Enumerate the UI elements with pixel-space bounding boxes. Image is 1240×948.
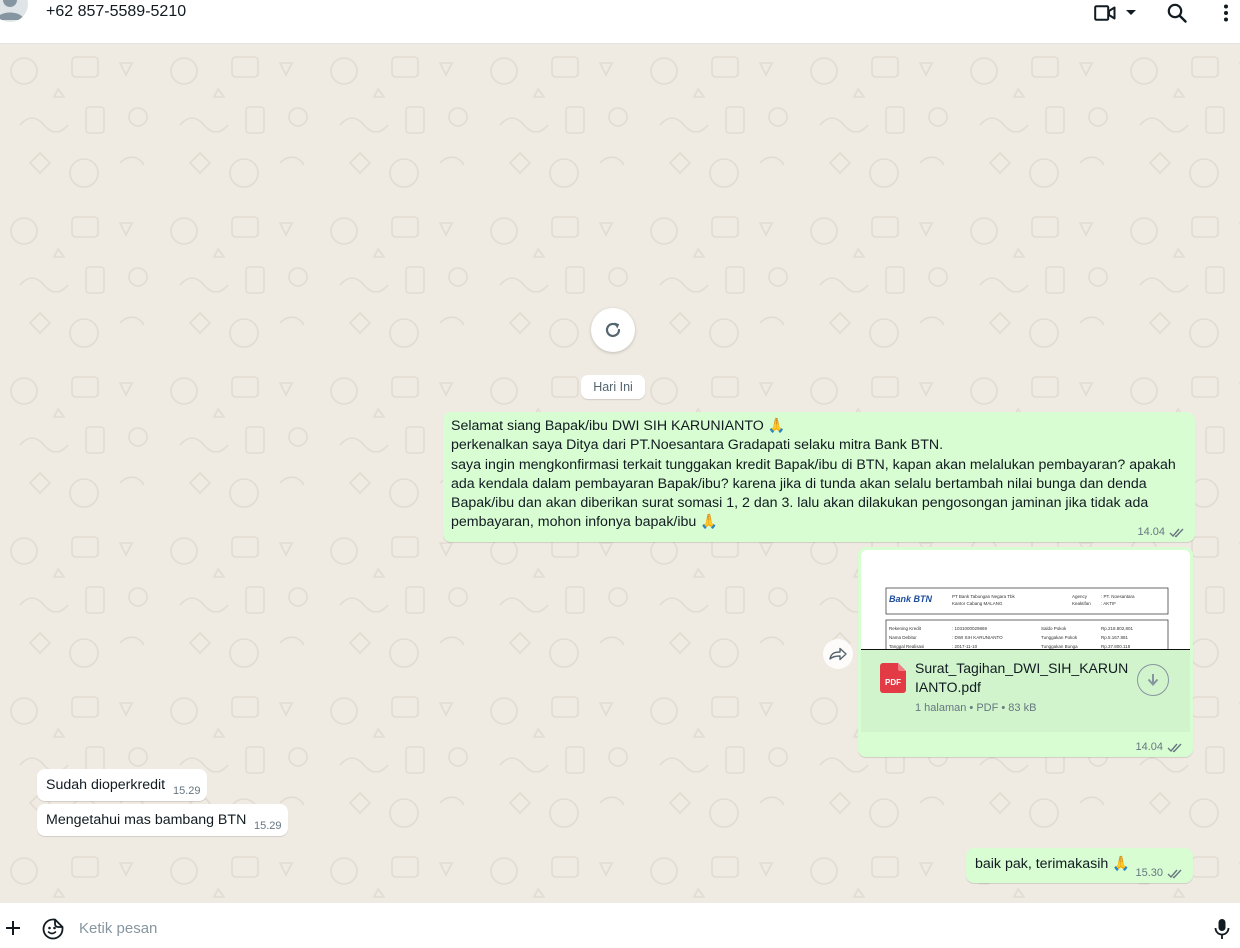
status-label: Keaktifan xyxy=(1072,601,1091,606)
contact-name[interactable]: +62 857-5589-5210 xyxy=(46,3,186,21)
message-content: baik pak, terimakasih 🙏 xyxy=(975,856,1130,872)
preview-row-value2: Rp.218.802,801 xyxy=(1101,626,1134,631)
message-time: 14.04 xyxy=(1135,741,1163,753)
outgoing-document-message[interactable]: Bank BTN PT Bank Tabungan Negara Tbk Kan… xyxy=(858,547,1193,757)
document-card[interactable]: PDF Surat_Tagihan_DWI_SIH_KARUNIANTO.pdf… xyxy=(861,650,1190,732)
status-value: : AKTIF xyxy=(1101,601,1116,606)
bank-name-text: PT Bank Tabungan Negara Tbk xyxy=(952,594,1016,599)
outgoing-message[interactable]: baik pak, terimakasih 🙏 15.30 xyxy=(966,848,1193,883)
message-time: 15.30 xyxy=(1135,867,1163,879)
message-composer xyxy=(0,903,1240,948)
message-text: Sudah dioperkredit xyxy=(46,777,166,793)
video-camera-icon xyxy=(1094,5,1116,21)
refresh-icon xyxy=(605,322,621,337)
bank-branch-text: Kantor Cabang MALANG xyxy=(952,601,1003,606)
message-text: baik pak, terimakasih xyxy=(975,856,1109,872)
sticker-icon xyxy=(42,918,64,940)
voice-message-button[interactable] xyxy=(1214,918,1230,945)
date-divider: Hari Ini xyxy=(581,375,645,399)
agency-value: : PT. Noesantara xyxy=(1101,594,1135,599)
preview-row-label2: Saldo Pokok xyxy=(1041,626,1067,631)
double-check-icon xyxy=(1167,743,1182,752)
download-button[interactable] xyxy=(1137,664,1169,696)
preview-row-label: Nama Debitur xyxy=(889,635,917,640)
contact-avatar[interactable] xyxy=(0,0,28,22)
download-icon xyxy=(1147,674,1159,686)
search-icon xyxy=(1167,3,1187,23)
document-page-thumbnail: Bank BTN PT Bank Tabungan Negara Tbk Kan… xyxy=(885,587,1169,649)
incoming-message[interactable]: Mengetahui mas bambang BTN 15.29 xyxy=(37,804,288,836)
preview-row-label2: Tunggakan Pokok xyxy=(1041,635,1078,640)
preview-row-value2: Rp.37.800.118 xyxy=(1101,644,1131,649)
video-call-button[interactable] xyxy=(1094,2,1116,24)
forward-button[interactable] xyxy=(823,639,853,669)
message-meta: 14.04 xyxy=(1137,526,1185,538)
double-check-icon xyxy=(1167,869,1182,878)
sticker-button[interactable] xyxy=(42,918,64,945)
pdf-badge-label: PDF xyxy=(885,678,901,687)
preview-row-label: Tanggal Realisasi xyxy=(889,644,924,649)
chevron-down-icon xyxy=(1126,10,1136,15)
pdf-file-icon: PDF xyxy=(880,663,906,693)
forward-icon xyxy=(829,647,847,661)
document-file-name: Surat_Tagihan_DWI_SIH_KARUNIANTO.pdf xyxy=(915,660,1129,695)
document-preview[interactable]: Bank BTN PT Bank Tabungan Negara Tbk Kan… xyxy=(861,550,1190,650)
message-time: 15.29 xyxy=(173,785,201,797)
message-meta: 14.04 xyxy=(1135,741,1183,753)
microphone-icon xyxy=(1214,919,1230,939)
search-button[interactable] xyxy=(1167,2,1187,24)
video-call-dropdown[interactable] xyxy=(1126,2,1136,24)
message-time: 15.29 xyxy=(254,820,282,832)
incoming-message[interactable]: Sudah dioperkredit 15.29 xyxy=(37,769,207,801)
double-check-icon xyxy=(1169,528,1184,537)
vertical-dots-icon xyxy=(1224,4,1228,22)
attach-button[interactable] xyxy=(4,919,22,942)
plus-icon xyxy=(6,921,20,935)
preview-row-label2: Tunggakan Bunga xyxy=(1041,644,1078,649)
chat-panel[interactable]: Hari Ini Selamat siang Bapak/ibu DWI SIH… xyxy=(0,45,1240,903)
preview-row-value: : 1031000029869 xyxy=(952,626,988,631)
preview-row-value: : DWI SIH KARUNIANTO xyxy=(952,635,1003,640)
outgoing-message[interactable]: Selamat siang Bapak/ibu DWI SIH KARUNIAN… xyxy=(443,412,1195,542)
message-time: 14.04 xyxy=(1137,526,1165,538)
refresh-button[interactable] xyxy=(591,308,635,352)
message-text: Mengetahui mas bambang BTN xyxy=(46,812,247,828)
message-meta: 15.30 xyxy=(1135,867,1183,879)
default-user-avatar-icon xyxy=(0,0,24,20)
message-input[interactable] xyxy=(68,915,1188,941)
praying-hands-emoji: 🙏 xyxy=(1112,856,1130,872)
preview-row-value2: Rp.5.167.881 xyxy=(1101,635,1129,640)
document-file-info: 1 halaman • PDF • 83 kB xyxy=(915,702,1037,714)
bank-logo-text: Bank BTN xyxy=(889,594,933,604)
menu-button[interactable] xyxy=(1223,2,1229,24)
message-text: Selamat siang Bapak/ibu DWI SIH KARUNIAN… xyxy=(451,418,1176,531)
chat-header: +62 857-5589-5210 xyxy=(0,0,1240,44)
agency-label: Agency xyxy=(1072,594,1088,599)
preview-row-value: : 2017-11-10 xyxy=(952,644,978,649)
preview-row-label: Rekening Kredit xyxy=(889,626,922,631)
